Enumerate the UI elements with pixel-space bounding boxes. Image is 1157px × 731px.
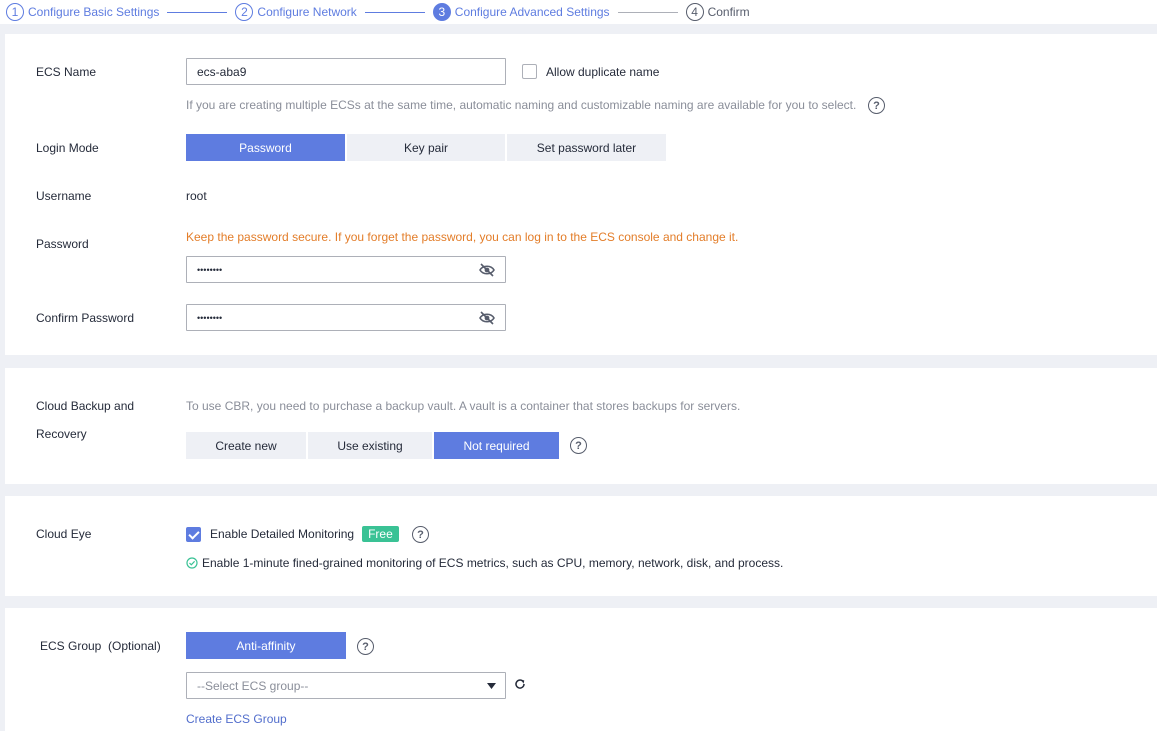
password-label: Password xyxy=(36,237,89,251)
checkbox-box[interactable] xyxy=(522,64,537,79)
backup-create-new-button[interactable]: Create new xyxy=(186,432,306,459)
basic-settings-card: ECS Name ecs-aba9 Allow duplicate name I… xyxy=(5,34,1157,355)
step-label: Configure Advanced Settings xyxy=(454,5,610,19)
ecs-group-label: ECS Group (Optional) xyxy=(40,639,161,653)
allow-duplicate-name-label: Allow duplicate name xyxy=(546,64,660,79)
step-number: 2 xyxy=(235,3,254,21)
confirm-password-label: Confirm Password xyxy=(36,311,135,325)
cloud-backup-label-line2: Recovery xyxy=(36,427,87,441)
backup-use-existing-button[interactable]: Use existing xyxy=(308,432,432,459)
step-number: 1 xyxy=(6,3,24,21)
cloud-eye-label: Cloud Eye xyxy=(36,527,92,541)
backup-not-required-button[interactable]: Not required xyxy=(434,432,559,459)
ecs-group-select[interactable]: --Select ECS group-- xyxy=(186,672,506,699)
cbr-hint: To use CBR, you need to purchase a backu… xyxy=(186,399,741,413)
confirm-password-masked-value: •••••••• xyxy=(197,312,223,323)
password-masked-value: •••••••• xyxy=(197,264,223,275)
eye-slash-icon[interactable] xyxy=(479,263,495,277)
anti-affinity-button[interactable]: Anti-affinity xyxy=(186,632,346,659)
login-mode-password-button[interactable]: Password xyxy=(186,134,345,161)
question-circle-icon[interactable]: ? xyxy=(412,526,429,543)
question-circle-icon[interactable]: ? xyxy=(357,638,374,655)
username-label: Username xyxy=(36,189,92,203)
naming-hint: If you are creating multiple ECSs at the… xyxy=(186,98,857,112)
question-circle-icon[interactable]: ? xyxy=(868,97,885,114)
step-connector xyxy=(617,11,678,13)
confirm-password-input[interactable]: •••••••• xyxy=(186,304,506,331)
ecs-group-select-placeholder: --Select ECS group-- xyxy=(197,678,309,693)
step-configure-network[interactable]: 2 Configure Network xyxy=(235,3,357,21)
cloud-backup-card: Cloud Backup and Recovery To use CBR, yo… xyxy=(5,368,1157,484)
step-number: 3 xyxy=(432,3,451,21)
cloud-backup-label-line1: Cloud Backup and xyxy=(36,399,135,413)
step-confirm[interactable]: 4 Confirm xyxy=(685,3,750,21)
check-circle-icon xyxy=(186,557,198,569)
question-circle-icon[interactable]: ? xyxy=(570,437,587,454)
monitoring-description-text: Enable 1-minute fined-grained monitoring… xyxy=(202,556,784,570)
ecs-group-card: ECS Group (Optional) Anti-affinity ? --S… xyxy=(5,608,1157,731)
create-ecs-group-link[interactable]: Create ECS Group xyxy=(186,712,287,726)
login-mode-key-pair-button[interactable]: Key pair xyxy=(347,134,505,161)
password-warning: Keep the password secure. If you forget … xyxy=(186,230,739,244)
step-number: 4 xyxy=(685,3,704,21)
cloud-eye-card: Cloud Eye Enable Detailed Monitoring Fre… xyxy=(5,496,1157,596)
password-input[interactable]: •••••••• xyxy=(186,256,506,283)
ecs-name-input[interactable]: ecs-aba9 xyxy=(186,58,506,85)
username-value: root xyxy=(186,189,207,203)
step-configure-basic-settings[interactable]: 1 Configure Basic Settings xyxy=(6,3,159,21)
monitoring-description: Enable 1-minute fined-grained monitoring… xyxy=(186,556,783,570)
wizard-stepper: 1 Configure Basic Settings 2 Configure N… xyxy=(0,0,1157,24)
login-mode-label: Login Mode xyxy=(36,141,99,155)
step-label: Configure Basic Settings xyxy=(28,5,160,19)
step-configure-advanced-settings[interactable]: 3 Configure Advanced Settings xyxy=(432,3,610,21)
eye-slash-icon[interactable] xyxy=(479,311,495,325)
step-label: Confirm xyxy=(707,5,750,19)
detailed-monitoring-label: Enable Detailed Monitoring xyxy=(210,527,355,541)
checkbox-box[interactable] xyxy=(186,526,201,542)
step-connector xyxy=(364,11,425,13)
login-mode-set-password-later-button[interactable]: Set password later xyxy=(507,134,666,161)
step-connector xyxy=(167,11,228,13)
free-badge: Free xyxy=(362,526,399,542)
ecs-name-label: ECS Name xyxy=(36,65,97,79)
step-label: Configure Network xyxy=(257,5,357,19)
detailed-monitoring-checkbox[interactable]: Enable Detailed Monitoring Free xyxy=(186,526,399,542)
caret-down-icon xyxy=(487,683,496,689)
refresh-icon[interactable] xyxy=(514,678,526,690)
allow-duplicate-name-checkbox[interactable]: Allow duplicate name xyxy=(522,64,659,79)
